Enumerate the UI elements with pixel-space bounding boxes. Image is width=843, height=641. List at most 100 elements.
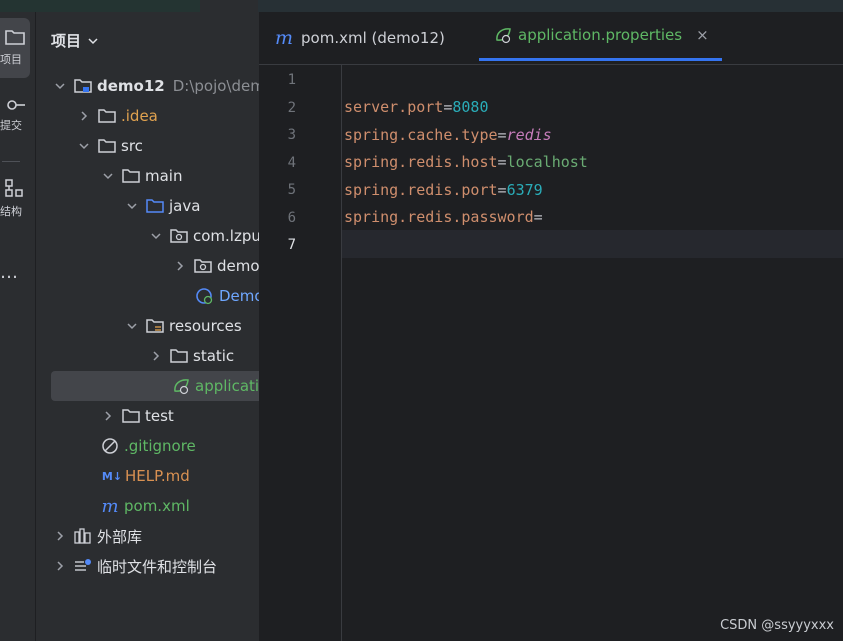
chevron-down-icon[interactable] [102, 170, 114, 182]
spring-boot-class-icon [196, 287, 214, 305]
tab-label: pom.xml (demo12) [301, 29, 445, 47]
chevron-right-icon[interactable] [150, 350, 162, 362]
package-icon [170, 227, 188, 245]
project-panel-title: 项目 [51, 32, 82, 50]
activity-separator [2, 161, 20, 162]
tree-item-label: application.properties [195, 377, 259, 395]
tree-item-label: resources [169, 317, 242, 335]
line-number: 4 [287, 155, 296, 171]
tree-item-label: java [169, 197, 201, 215]
code-line[interactable]: spring.redis.host=localhost [344, 153, 588, 171]
tree-item-static[interactable]: static [36, 341, 259, 371]
source-folder-icon [146, 197, 164, 215]
current-line-highlight [342, 230, 843, 258]
tree-item-java[interactable]: java [36, 191, 259, 221]
property-key: spring.cache.type [344, 126, 498, 144]
tree-item-label: 外部库 [97, 527, 143, 546]
package-icon [194, 257, 212, 275]
tree-item-label: .gitignore [124, 437, 196, 455]
activity-project-label: 项目 [0, 53, 22, 66]
title-bar-accent-right [258, 0, 843, 12]
tab-pom-xml[interactable]: m pom.xml (demo12) [275, 12, 445, 64]
more-tools-icon[interactable]: … [0, 262, 19, 283]
tree-item-resources[interactable]: resources [36, 311, 259, 341]
tree-item-label: Demo [219, 287, 259, 305]
tree-item-label: src [121, 137, 143, 155]
tree-item-application-properties[interactable]: application.properties [51, 371, 259, 401]
tree-item-label: com.lzpu [193, 227, 259, 245]
tree-item-main[interactable]: main [36, 161, 259, 191]
editor: m pom.xml (demo12) application.propertie… [259, 12, 843, 641]
tree-item-label: pom.xml [124, 497, 190, 515]
property-key: server.port [344, 98, 444, 116]
tree-item-external-libraries[interactable]: 外部库 [36, 521, 259, 551]
tree-item-test[interactable]: test [36, 401, 259, 431]
spring-properties-icon [172, 377, 190, 395]
chevron-right-icon[interactable] [54, 530, 66, 542]
close-icon[interactable]: × [696, 26, 709, 44]
property-equals: = [497, 126, 507, 144]
project-panel: 项目 demo12 D:\pojo\demo12 .idea src main … [36, 12, 259, 641]
chevron-right-icon[interactable] [174, 260, 186, 272]
tab-application-properties[interactable]: application.properties × [479, 12, 722, 61]
folder-icon [170, 347, 188, 365]
tree-item-help-md[interactable]: M↓ HELP.md [36, 461, 259, 491]
folder-icon [5, 30, 25, 45]
property-key: spring.redis.port [344, 181, 498, 199]
chevron-down-icon[interactable] [78, 140, 90, 152]
tree-item-gitignore[interactable]: .gitignore [36, 431, 259, 461]
project-panel-header[interactable]: 项目 [51, 30, 99, 51]
tab-label: application.properties [518, 26, 683, 44]
tree-item-label: 临时文件和控制台 [97, 557, 218, 576]
property-value: redis [506, 126, 552, 144]
line-number: 5 [287, 182, 296, 198]
activity-commit-label: 提交 [0, 119, 22, 132]
activity-project-button[interactable]: 项目 [0, 18, 30, 78]
tree-item-scratches[interactable]: 临时文件和控制台 [36, 551, 259, 581]
chevron-down-icon[interactable] [150, 230, 162, 242]
line-number: 6 [287, 210, 296, 226]
tree-item-label: demo [217, 257, 259, 275]
chevron-down-icon[interactable] [126, 200, 138, 212]
tree-item-path: D:\pojo\demo12 [172, 77, 259, 95]
resources-folder-icon [146, 317, 164, 335]
chevron-down-icon[interactable] [126, 320, 138, 332]
activity-structure-label: 结构 [0, 205, 22, 218]
tree-item-label: static [193, 347, 235, 365]
editor-tab-bar: m pom.xml (demo12) application.propertie… [259, 12, 843, 65]
tree-item-demo12[interactable]: demo12 D:\pojo\demo12 [36, 71, 259, 101]
line-number: 2 [287, 100, 296, 116]
property-value: 8080 [452, 98, 489, 116]
tree-item-src[interactable]: src [36, 131, 259, 161]
chevron-right-icon[interactable] [102, 410, 114, 422]
chevron-down-icon [88, 37, 98, 44]
activity-structure-button[interactable]: 结构 [0, 178, 30, 228]
code-line[interactable]: spring.redis.password= [344, 208, 543, 226]
ignore-icon [101, 437, 119, 455]
property-equals: = [497, 181, 507, 199]
code-line[interactable]: spring.cache.type=redis [344, 126, 552, 144]
chevron-down-icon[interactable] [54, 80, 66, 92]
activity-commit-button[interactable]: 提交 [0, 98, 30, 148]
markdown-icon: M↓ [101, 469, 123, 483]
code-line[interactable]: server.port=8080 [344, 98, 489, 116]
code-line[interactable]: spring.redis.port=6379 [344, 181, 543, 199]
tree-item-demo-application-class[interactable]: Demo [36, 281, 259, 311]
tree-item-com-lzpu[interactable]: com.lzpu [36, 221, 259, 251]
watermark: CSDN @ssyyyxxx [720, 618, 834, 633]
tree-item-demo-package[interactable]: demo [36, 251, 259, 281]
scratch-icon [74, 557, 92, 575]
maven-icon: m [101, 495, 119, 517]
tree-item-pom-xml[interactable]: m pom.xml [36, 491, 259, 521]
line-number: 1 [287, 72, 296, 88]
folder-icon [98, 107, 116, 125]
tree-item-idea[interactable]: .idea [36, 101, 259, 131]
chevron-right-icon[interactable] [78, 110, 90, 122]
chevron-right-icon[interactable] [54, 560, 66, 572]
title-bar-accent [0, 0, 200, 12]
tree-item-label: .idea [121, 107, 158, 125]
library-icon [74, 527, 92, 545]
line-number: 3 [287, 127, 296, 143]
tree-item-label: main [145, 167, 183, 185]
property-equals: = [533, 208, 543, 226]
